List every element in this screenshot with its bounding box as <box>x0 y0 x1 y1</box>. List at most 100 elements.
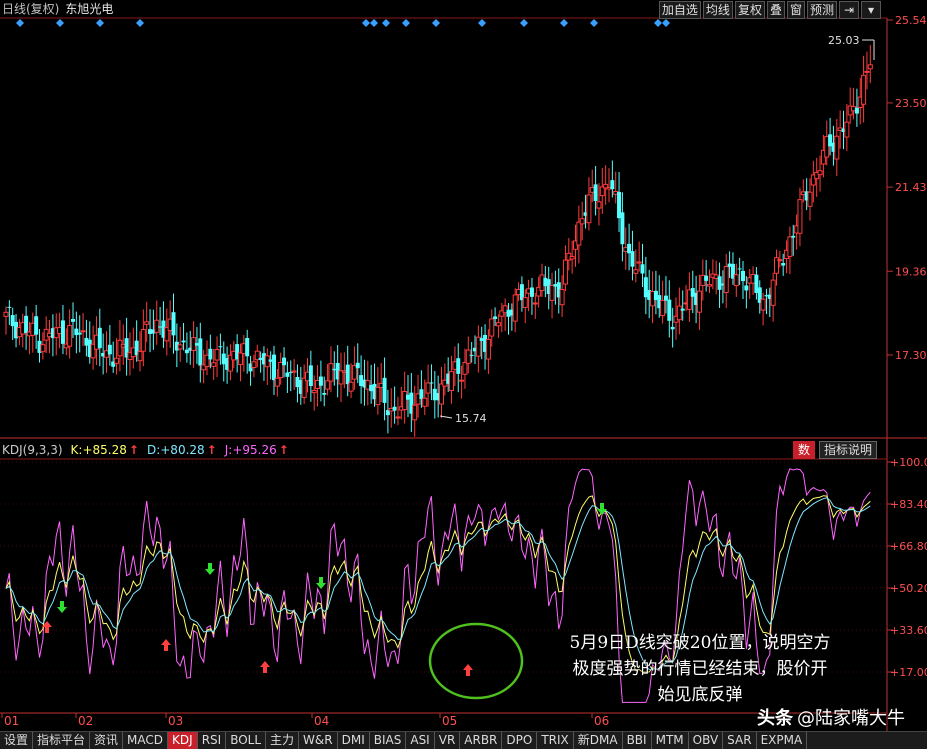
tab-[interactable]: 资讯 <box>90 732 124 749</box>
tab-w-r[interactable]: W&R <box>299 732 338 749</box>
candle-body-up <box>402 391 408 411</box>
add-watchlist-button[interactable]: 加自选 <box>658 1 701 19</box>
candle-body-up <box>733 274 739 287</box>
candle-body-down <box>593 184 598 202</box>
dropdown-arrow-icon[interactable]: ▾ <box>861 1 881 19</box>
candle-body-down <box>610 180 615 190</box>
tab-macd[interactable]: MACD <box>123 732 169 749</box>
candle-body-down <box>7 306 12 308</box>
candle-body-down <box>717 276 722 290</box>
date-label: 02 <box>78 714 94 728</box>
tab-boll[interactable]: BOLL <box>226 732 267 749</box>
candle-body-down <box>529 287 534 297</box>
candle-body-up <box>495 322 501 327</box>
signal-diamond-icon <box>432 19 440 27</box>
chart-canvas: 25.54 23.50 21.43 19.36 17.30 +100.0 +83.40 +66… <box>0 14 927 731</box>
kdj-axis-label: +33.60 <box>890 624 927 637</box>
tab-kdj[interactable]: KDJ <box>168 732 198 749</box>
candle-body-up <box>723 266 729 293</box>
candle-body-up <box>449 371 455 392</box>
tab-dmi[interactable]: DMI <box>338 732 370 749</box>
tab-[interactable]: 指标平台 <box>33 732 91 749</box>
indicator-help-button[interactable]: 指标说明 <box>818 441 877 459</box>
candle-body-down <box>469 354 474 356</box>
candle-body-up <box>844 121 850 138</box>
tab-asi[interactable]: ASI <box>406 732 435 749</box>
tab-trix[interactable]: TRIX <box>537 732 574 749</box>
candle-body-up <box>760 298 766 311</box>
tab-arbr[interactable]: ARBR <box>460 732 503 749</box>
candle-body-down <box>198 338 203 366</box>
tab-expma[interactable]: EXPMA <box>757 732 808 749</box>
date-label: 06 <box>594 714 610 728</box>
tab-bbi[interactable]: BBI <box>623 732 652 749</box>
tab-[interactable]: 主力 <box>266 732 300 749</box>
tab-vr[interactable]: VR <box>435 732 461 749</box>
annotation-text: 5月9日D线突破20位置，说明空方 极度强势的行情已经结束，股价开 始见底反弹 <box>520 630 880 708</box>
low-price-label: 15.74 <box>455 412 487 425</box>
candle-body-down <box>71 318 75 322</box>
candle-body-up <box>660 299 666 317</box>
stock-chart-window: 25.54 23.50 21.43 19.36 17.30 +100.0 +83.40 +66… <box>0 0 927 749</box>
kdj-k-value: +85.28 <box>82 443 127 457</box>
kdj-axis-label: +83.40 <box>890 498 927 511</box>
candle-body-down <box>345 364 350 385</box>
tab-dpo[interactable]: DPO <box>502 732 538 749</box>
candle-body-up <box>807 191 813 207</box>
data-button[interactable]: 数 <box>792 441 815 459</box>
up-arrow-icon: ↑ <box>128 443 139 457</box>
kdj-d-label: D: <box>146 443 161 457</box>
tab-rsi[interactable]: RSI <box>198 732 227 749</box>
candle-body-up <box>140 329 146 352</box>
buy-arrow-icon <box>260 661 270 673</box>
price-axis-label: 19.36 <box>895 265 927 278</box>
candle-body-up <box>579 218 585 225</box>
moving-average-button[interactable]: 均线 <box>702 1 733 19</box>
collapse-right-icon[interactable]: ⇥ <box>839 1 859 19</box>
candle-body-up <box>311 389 317 394</box>
kdj-axis-label: +17.00 <box>890 666 927 679</box>
up-arrow-icon: ↑ <box>278 443 289 457</box>
tab-bias[interactable]: BIAS <box>370 732 407 749</box>
kdj-k-readout: K:+85.28 ↑ <box>71 443 139 457</box>
candle-body-up <box>80 330 86 333</box>
candle-body-up <box>777 259 783 262</box>
candle-body-up <box>522 297 528 308</box>
tab-dma[interactable]: 新DMA <box>574 732 623 749</box>
adjust-price-button[interactable]: 复权 <box>734 1 765 19</box>
tab-sar[interactable]: SAR <box>723 732 757 749</box>
candle-body-down <box>382 377 387 403</box>
candle-body-up <box>325 380 331 390</box>
candle-body-up <box>291 370 297 373</box>
tab-[interactable]: 设置 <box>0 732 34 749</box>
candle-body-up <box>596 201 602 209</box>
candle-body-up <box>211 362 217 367</box>
overlay-button[interactable]: 叠 <box>766 1 785 19</box>
chart-toolbar: 加自选 均线 复权 叠 窗 预测 ⇥ ▾ <box>658 1 881 19</box>
candle-body-up <box>439 383 444 405</box>
candle-body-up <box>834 135 840 160</box>
signal-diamond-icon <box>478 19 486 27</box>
signal-diamond-icon <box>654 19 662 27</box>
candle-body-up <box>770 279 776 306</box>
tab-mtm[interactable]: MTM <box>652 732 689 749</box>
window-button[interactable]: 窗 <box>786 1 805 19</box>
signal-diamond-icon <box>590 19 598 27</box>
candle-body-up <box>549 285 555 301</box>
kdj-d-value: +80.28 <box>160 443 205 457</box>
candle-body-down <box>392 406 397 411</box>
kdj-axis-label: +100.0 <box>890 456 927 469</box>
forecast-button[interactable]: 预测 <box>806 1 837 19</box>
candle-body-up <box>867 64 873 70</box>
candle-body-down <box>737 268 742 270</box>
candle-body-up <box>3 311 9 317</box>
candle-body-up <box>817 170 823 176</box>
candle-body-up <box>636 261 642 264</box>
candle-body-up <box>251 361 257 368</box>
candle-body-down <box>680 308 685 311</box>
candle-body-down <box>24 315 29 333</box>
candle-body-up <box>512 294 518 322</box>
tab-obv[interactable]: OBV <box>689 732 724 749</box>
signal-diamond-icon <box>402 19 410 27</box>
candle-body-up <box>375 386 381 406</box>
